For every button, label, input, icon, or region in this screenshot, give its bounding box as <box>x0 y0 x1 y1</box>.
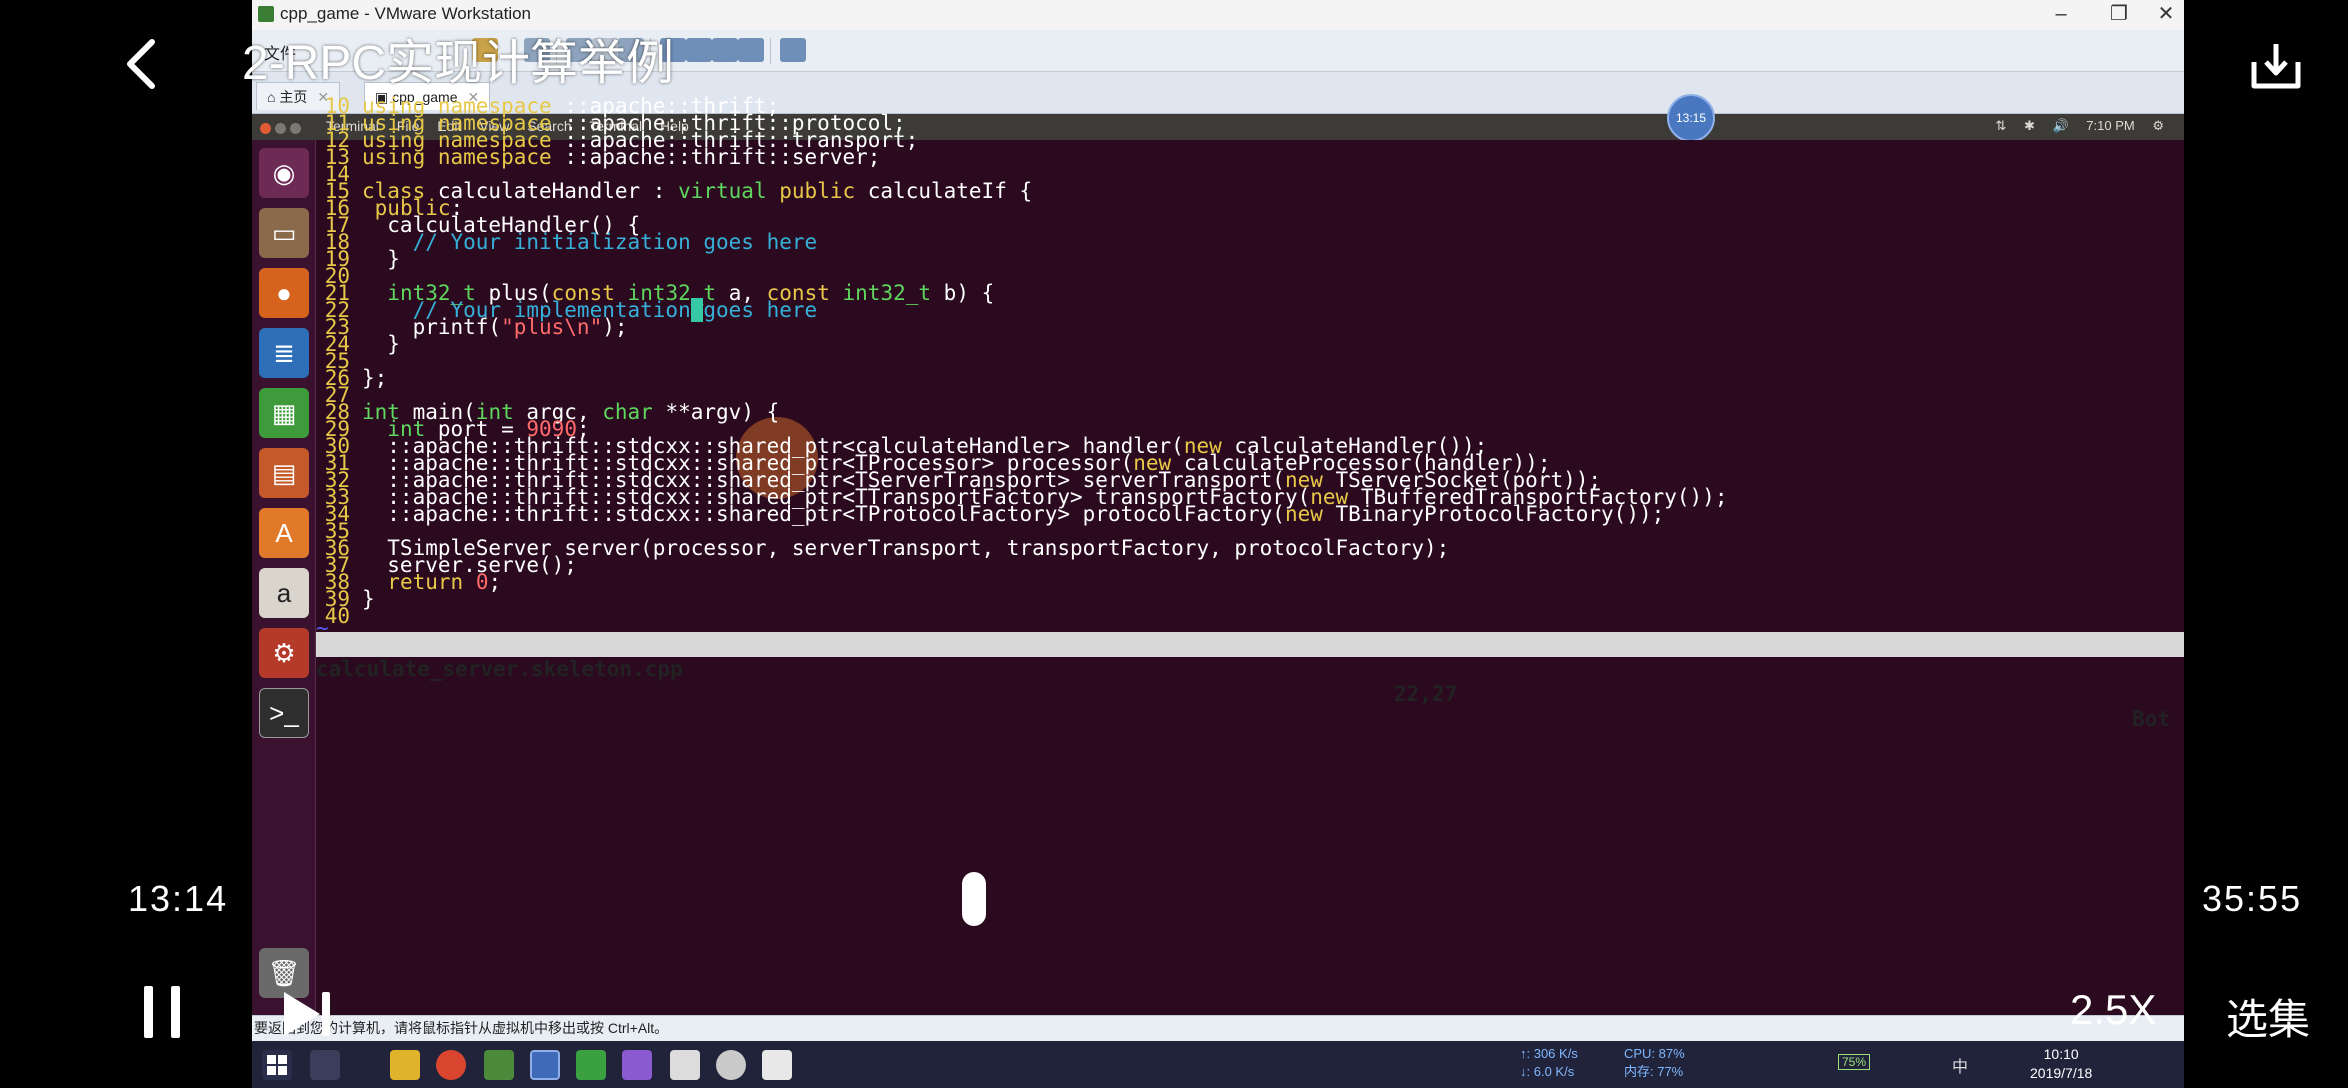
vmware-logo-icon <box>258 6 274 22</box>
ubuntu-logo-icon[interactable]: ◉ <box>259 148 309 198</box>
screen-time-bubble: 13:15 <box>1667 94 1715 142</box>
vim-editor[interactable]: 10 using namespace ::apache::thrift; 11 usi… <box>316 94 2184 1015</box>
minimize-button[interactable]: – <box>2032 0 2090 30</box>
episodes-button[interactable]: 选集 <box>2226 986 2310 1047</box>
total-duration: 35:55 <box>2202 878 2303 919</box>
pause-button[interactable] <box>144 986 198 1043</box>
pause-icon <box>144 986 153 1038</box>
ubuntu-minimize-icon[interactable] <box>275 123 286 134</box>
unity-mode-icon[interactable] <box>738 38 764 62</box>
next-icon <box>284 992 330 1036</box>
typora-icon[interactable] <box>670 1050 700 1080</box>
settings-icon[interactable]: ⚙ <box>259 628 309 678</box>
network-speed: ↑: 306 K/s ↓: 6.0 K/s <box>1520 1045 1578 1081</box>
software-center-icon[interactable]: A <box>259 508 309 558</box>
terminal-icon[interactable]: >_ <box>259 688 309 738</box>
system-gear-icon[interactable]: ⚙ <box>2152 118 2164 133</box>
net-down: ↓: 6.0 K/s <box>1520 1064 1575 1079</box>
next-button[interactable] <box>282 990 334 1043</box>
chevron-left-icon <box>127 39 155 89</box>
volume-icon[interactable]: 🔊 <box>2052 118 2068 133</box>
window-buttons[interactable] <box>260 121 305 139</box>
input-method-indicator[interactable]: 中 <box>1952 1053 1968 1077</box>
vmware-window-title: cpp_game - VMware Workstation <box>280 4 532 23</box>
seek-handle[interactable] <box>962 872 986 926</box>
close-window-button[interactable]: ✕ <box>2148 0 2184 30</box>
current-time: 13:14 <box>128 878 229 919</box>
memory-usage: 内存: 77% <box>1624 1064 1684 1079</box>
pause-icon-bar <box>171 986 180 1038</box>
battery-indicator[interactable]: 75% <box>1838 1054 1871 1070</box>
ubuntu-maximize-icon[interactable] <box>290 123 301 134</box>
taskbar-time: 10:10 <box>2043 1046 2079 1062</box>
download-button[interactable] <box>2248 40 2304 92</box>
impress-icon[interactable]: ▤ <box>259 448 309 498</box>
unity-launcher: ◉ ▭ ● ≣ ▦ ▤ A a ⚙ >_ 🗑 <box>252 140 316 1015</box>
vmware-window: cpp_game - VMware Workstation – ❐ ✕ 文件 ⌂… <box>252 0 2184 1088</box>
vmware-status-bar: 要返回到您的计算机，请将鼠标指针从虚拟机中移出或按 Ctrl+Alt。 <box>252 1015 2184 1041</box>
vmware-task-icon[interactable] <box>530 1050 560 1080</box>
files-icon[interactable]: ▭ <box>259 208 309 258</box>
photos-icon[interactable] <box>762 1050 792 1080</box>
code-line: 34 ::apache::thrift::stdcxx::shared_ptr<… <box>324 502 1665 526</box>
ubuntu-clock[interactable]: 7:10 PM <box>2086 118 2134 133</box>
network-icon[interactable]: ⇅ <box>1995 118 2006 133</box>
paint-icon[interactable] <box>716 1050 746 1080</box>
qt-creator-icon[interactable] <box>576 1050 606 1080</box>
visual-studio-icon[interactable] <box>622 1050 652 1080</box>
vmware-titlebar: cpp_game - VMware Workstation – ❐ ✕ <box>252 0 2184 30</box>
bluetooth-icon[interactable]: ✱ <box>2024 118 2035 133</box>
status-cursor-position: 22,27 <box>1394 682 1458 706</box>
status-filename: calculate_server.skeleton.cpp <box>316 657 683 681</box>
console-view-icon[interactable] <box>780 38 806 62</box>
status-scroll-position: Bot <box>2132 707 2170 731</box>
maximize-button[interactable]: ❐ <box>2090 0 2148 30</box>
net-up: ↑: 306 K/s <box>1520 1046 1578 1061</box>
calc-icon[interactable]: ▦ <box>259 388 309 438</box>
task-view-icon[interactable] <box>310 1050 340 1080</box>
full-screen-icon[interactable] <box>712 38 738 62</box>
playback-speed-button[interactable]: 2.5X <box>2070 986 2156 1034</box>
code-line: 13 using namespace ::apache::thrift::serv… <box>324 145 881 169</box>
taskbar-clock[interactable]: 10:10 2019/7/18 <box>2030 1045 2092 1083</box>
video-title: 2-RPC实现计算举例 <box>242 37 675 90</box>
system-usage: CPU: 87% 内存: 77% <box>1624 1045 1685 1081</box>
windows-start-icon[interactable] <box>262 1050 292 1080</box>
ubuntu-indicators: ⇅ ✱ 🔊 7:10 PM ⚙ <box>1981 118 2164 134</box>
amazon-icon[interactable]: a <box>259 568 309 618</box>
windows-taskbar: ↑: 306 K/s ↓: 6.0 K/s CPU: 87% 内存: 77% 7… <box>252 1041 2184 1088</box>
writer-icon[interactable]: ≣ <box>259 328 309 378</box>
taskbar-date: 2019/7/18 <box>2030 1065 2093 1081</box>
back-button[interactable] <box>122 36 162 101</box>
firefox-icon[interactable]: ● <box>259 268 309 318</box>
vim-status-line: calculate_server.skeleton.cpp 22,27 Bot <box>316 632 2184 731</box>
chrome-icon[interactable] <box>436 1050 466 1080</box>
notepad-plus-icon[interactable] <box>484 1050 514 1080</box>
cpu-usage: CPU: 87% <box>1624 1046 1685 1061</box>
download-icon <box>2251 44 2301 89</box>
text-cursor <box>690 298 704 322</box>
ubuntu-close-icon[interactable] <box>260 123 271 134</box>
explorer-icon[interactable] <box>390 1050 420 1080</box>
thumbnail-bar-icon[interactable] <box>686 38 712 62</box>
